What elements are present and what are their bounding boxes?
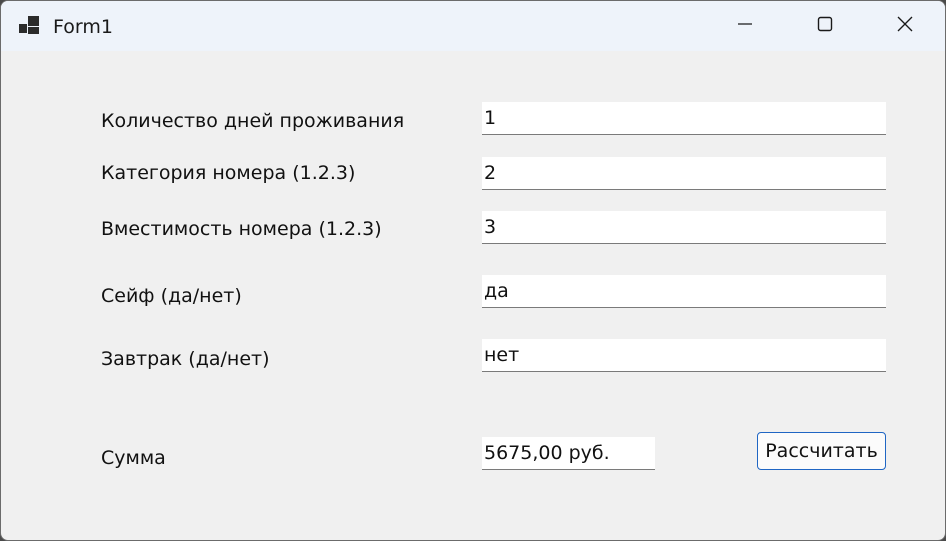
close-icon	[897, 16, 913, 36]
breakfast-label: Завтрак (да/нет)	[101, 348, 270, 370]
minimize-button[interactable]	[705, 1, 785, 51]
maximize-button[interactable]	[785, 1, 865, 51]
calculate-button[interactable]: Рассчитать	[757, 432, 886, 470]
minimize-icon	[737, 16, 753, 36]
form1-window: Form1 Количество дней проживания 1 Катег…	[0, 0, 946, 541]
sum-label: Сумма	[101, 447, 166, 469]
room-category-input[interactable]: 2	[482, 157, 886, 190]
room-category-label: Категория номера (1.2.3)	[101, 162, 356, 184]
sum-output[interactable]: 5675,00 руб.	[482, 437, 655, 470]
app-form-icon	[19, 16, 41, 36]
safe-input[interactable]: да	[482, 275, 886, 308]
breakfast-input[interactable]: нет	[482, 339, 886, 372]
maximize-icon	[817, 16, 833, 36]
close-button[interactable]	[865, 1, 945, 51]
title-bar[interactable]: Form1	[1, 1, 945, 51]
days-label: Количество дней проживания	[101, 110, 405, 132]
room-capacity-input[interactable]: 3	[482, 211, 886, 244]
window-title: Form1	[53, 16, 113, 38]
safe-label: Сейф (да/нет)	[101, 285, 242, 307]
days-input[interactable]: 1	[482, 102, 886, 135]
room-capacity-label: Вместимость номера (1.2.3)	[101, 218, 382, 240]
